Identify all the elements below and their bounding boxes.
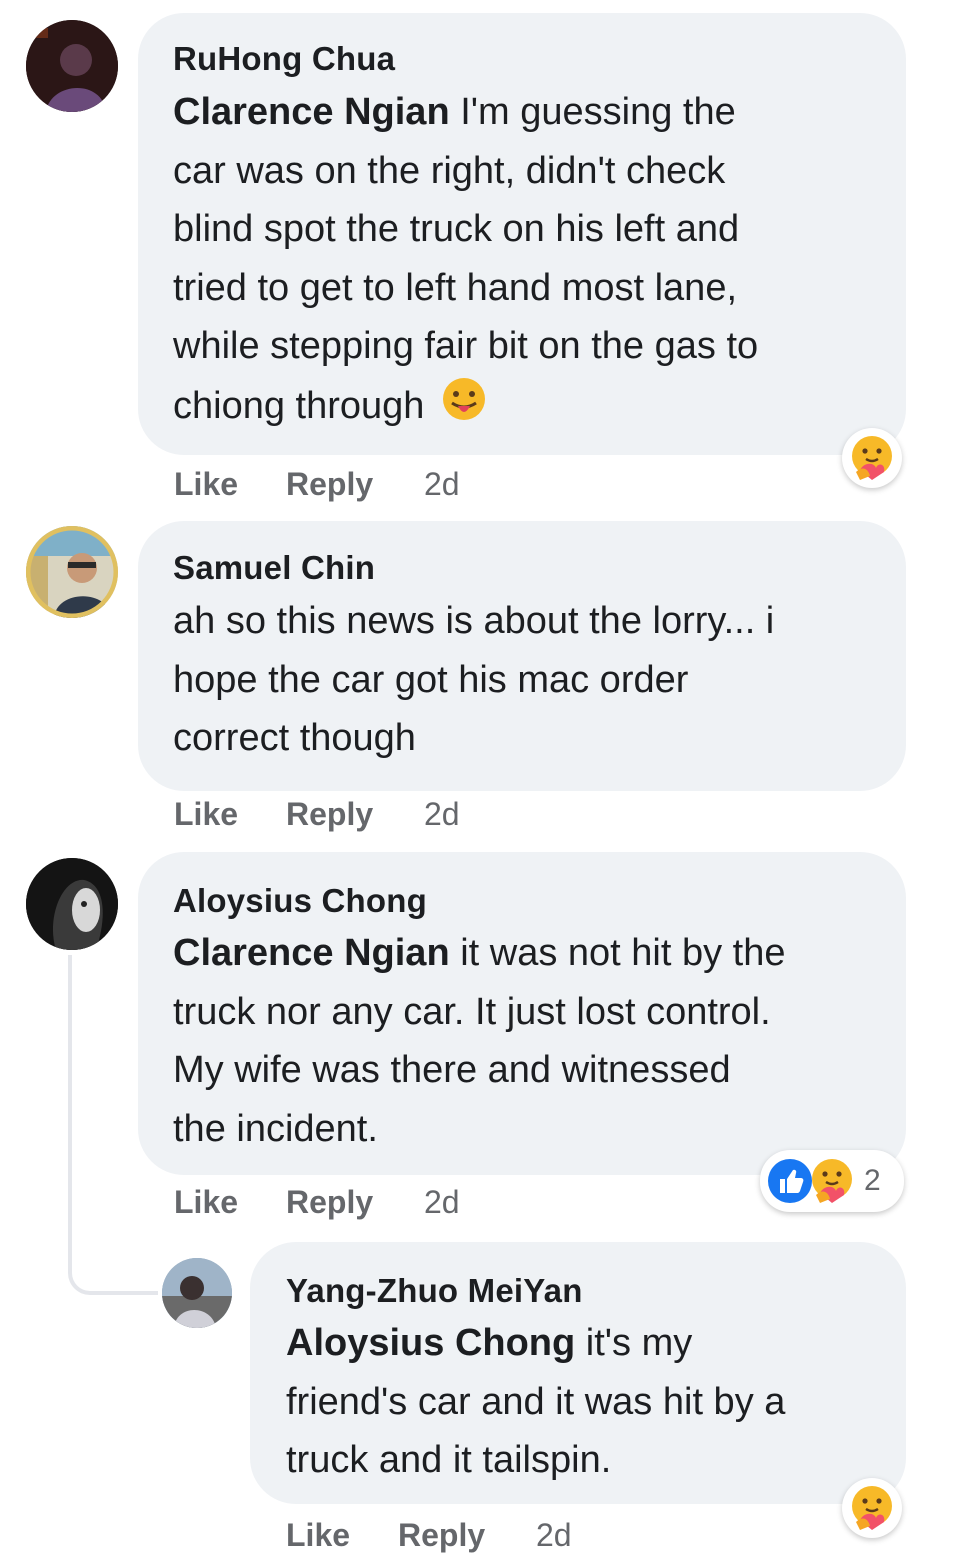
- reaction-summary[interactable]: [842, 428, 902, 488]
- comment-line-3: My wife was there and witnessed: [173, 1049, 731, 1091]
- comment-samuel-chin: Samuel Chin ah so this news is about the…: [0, 510, 960, 840]
- tongue-out-emoji-icon: [441, 376, 487, 440]
- comment-line-1: Clarence Ngian I'm guessing the: [173, 83, 893, 142]
- reaction-summary[interactable]: 2: [760, 1150, 904, 1212]
- mention-link[interactable]: Clarence Ngian: [173, 932, 450, 974]
- avatar-photo-icon: [162, 1258, 232, 1328]
- comment-line-1: Aloysius Chong it's my: [286, 1314, 896, 1373]
- reply-link[interactable]: Reply: [286, 1184, 373, 1221]
- timestamp[interactable]: 2d: [424, 466, 460, 503]
- reaction-summary[interactable]: [842, 1478, 902, 1538]
- comment-actions: Like Reply 2d: [286, 1517, 686, 1557]
- comment-line-2: truck nor any car. It just lost control.: [173, 990, 771, 1033]
- comment-line-1: ah so this news is about the lorry... i: [173, 600, 775, 642]
- comment-line-1: Clarence Ngian it was not hit by the: [173, 924, 903, 983]
- avatar-photo-icon: [26, 858, 118, 950]
- comment-actions: Like Reply 2d: [174, 796, 574, 836]
- comment-author[interactable]: Aloysius Chong: [173, 882, 427, 920]
- comment-actions: Like Reply 2d: [174, 466, 574, 506]
- comment-text: Clarence Ngian I'm guessing the car was …: [173, 83, 893, 439]
- comment-text: Clarence Ngian it was not hit by the tru…: [173, 924, 903, 1158]
- timestamp[interactable]: 2d: [424, 1184, 460, 1221]
- comment-line-text: I'm guessing the: [449, 91, 736, 133]
- avatar-photo-icon: [26, 526, 118, 618]
- comment-author[interactable]: Yang-Zhuo MeiYan: [286, 1272, 583, 1310]
- reply-link[interactable]: Reply: [286, 796, 373, 833]
- reply-link[interactable]: Reply: [398, 1517, 485, 1554]
- comment-text: ah so this news is about the lorry... i …: [173, 592, 893, 768]
- avatar[interactable]: [26, 20, 118, 112]
- care-reaction-icon: [812, 1159, 852, 1203]
- mention-link[interactable]: Aloysius Chong: [286, 1322, 575, 1364]
- comment-line-text: it was not hit by the: [449, 932, 786, 974]
- like-link[interactable]: Like: [174, 796, 238, 833]
- comment-line-3: truck and it tailspin.: [286, 1439, 612, 1481]
- comment-bubble: Aloysius Chong Clarence Ngian it was not…: [138, 852, 906, 1175]
- comment-line-3: blind spot the truck on his left and: [173, 208, 740, 250]
- comment-ruhong-chua: RuHong Chua Clarence Ngian I'm guessing …: [0, 0, 960, 510]
- comment-line-4: tried to get to left hand most lane,: [173, 266, 738, 309]
- avatar-photo-icon: [26, 20, 118, 112]
- comment-author[interactable]: RuHong Chua: [173, 40, 395, 78]
- avatar[interactable]: [26, 858, 118, 950]
- care-reaction-icon: [852, 436, 892, 480]
- comment-text: Aloysius Chong it's my friend's car and …: [286, 1314, 896, 1490]
- timestamp[interactable]: 2d: [424, 796, 460, 833]
- comment-author[interactable]: Samuel Chin: [173, 549, 375, 587]
- comment-line-2: hope the car got his mac order: [173, 658, 689, 701]
- reply-yang-zhuo-meiyan: Yang-Zhuo MeiYan Aloysius Chong it's my …: [0, 1240, 960, 1565]
- comment-line-2: car was on the right, didn't check: [173, 149, 726, 192]
- comment-actions: Like Reply 2d: [174, 1184, 574, 1224]
- avatar[interactable]: [26, 526, 118, 618]
- like-link[interactable]: Like: [174, 466, 238, 503]
- comment-bubble: RuHong Chua Clarence Ngian I'm guessing …: [138, 13, 906, 455]
- comment-bubble: Yang-Zhuo MeiYan Aloysius Chong it's my …: [250, 1242, 906, 1504]
- like-link[interactable]: Like: [286, 1517, 350, 1554]
- comment-line-text: chiong through: [173, 384, 435, 427]
- avatar[interactable]: [162, 1258, 232, 1328]
- comment-line-2: friend's car and it was hit by a: [286, 1380, 786, 1423]
- comment-bubble: Samuel Chin ah so this news is about the…: [138, 521, 906, 791]
- mention-link[interactable]: Clarence Ngian: [173, 91, 450, 133]
- comment-line-6: chiong through: [173, 376, 893, 440]
- comment-line-5: while stepping fair bit on the gas to: [173, 325, 759, 367]
- reaction-count: 2: [864, 1164, 881, 1197]
- timestamp[interactable]: 2d: [536, 1517, 572, 1554]
- comment-line-text: it's my: [575, 1322, 693, 1364]
- comment-line-3: correct though: [173, 717, 416, 759]
- like-link[interactable]: Like: [174, 1184, 238, 1221]
- reply-link[interactable]: Reply: [286, 466, 373, 503]
- care-reaction-icon: [852, 1486, 892, 1530]
